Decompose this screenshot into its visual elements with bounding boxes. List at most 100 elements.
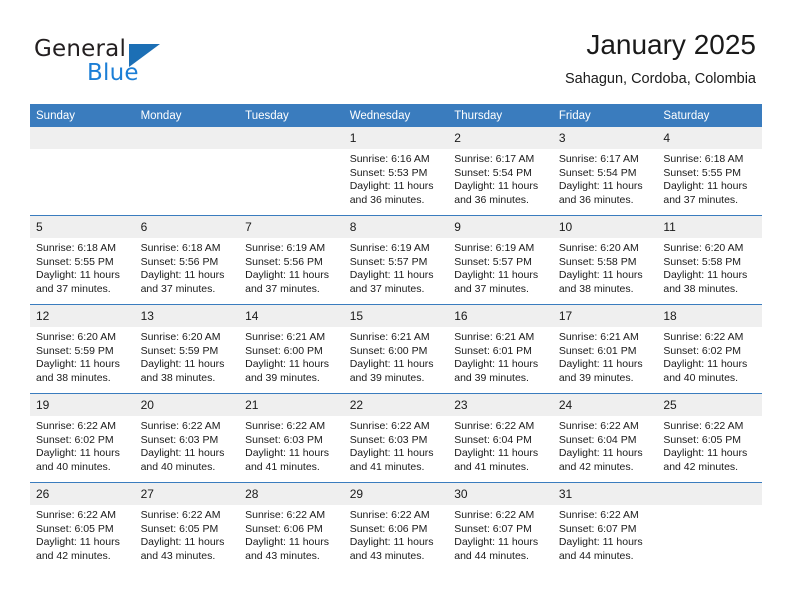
page-title: January 2025 — [586, 29, 756, 60]
calendar-day-cell[interactable]: 23 Sunrise: 6:22 AM Sunset: 6:04 PM Dayligh… — [448, 393, 553, 483]
daylight-text-line1: Daylight: 11 hours — [349, 269, 434, 282]
sunset-text: Sunset: 6:01 PM — [454, 344, 532, 357]
sunrise-text: Sunrise: 6:21 AM — [349, 331, 430, 343]
sunrise-text: Sunrise: 6:22 AM — [454, 420, 535, 432]
sunset-text: Sunset: 6:02 PM — [663, 344, 742, 357]
sunset-text: Sunset: 5:57 PM — [349, 255, 428, 268]
brand-logo[interactable]: General Blue — [34, 36, 224, 86]
calendar-day-cell[interactable]: 25 Sunrise: 6:22 AM Sunset: 6:05 PM Dayligh… — [657, 393, 762, 483]
day-number — [134, 127, 240, 149]
calendar-week-row: 19 Sunrise: 6:22 AM Sunset: 6:02 PM Dayligh… — [30, 393, 762, 483]
calendar-day-cell-empty — [239, 127, 344, 216]
day-number: 17 — [552, 305, 658, 327]
sunrise-text: Sunrise: 6:18 AM — [140, 242, 221, 254]
weekday-header-thursday: Thursday — [448, 104, 553, 127]
daylight-text-line2: and 40 minutes. — [140, 460, 216, 473]
sunrise-text: Sunrise: 6:22 AM — [140, 420, 221, 432]
sunrise-text: Sunrise: 6:19 AM — [245, 242, 326, 254]
brand-name-blue: Blue — [87, 60, 139, 86]
calendar-day-cell[interactable]: 10 Sunrise: 6:20 AM Sunset: 5:58 PM Dayligh… — [552, 215, 658, 305]
daylight-text-line2: and 38 minutes. — [140, 371, 216, 384]
daylight-text-line1: Daylight: 11 hours — [36, 358, 120, 371]
day-details: Sunrise: 6:19 AM Sunset: 5:57 PM Daylight:… — [344, 238, 449, 296]
calendar-day-cell[interactable]: 14 Sunrise: 6:21 AM Sunset: 6:00 PM Dayligh… — [239, 304, 344, 394]
calendar-day-cell[interactable]: 1 Sunrise: 6:16 AM Sunset: 5:53 PM Daylight… — [343, 127, 449, 216]
day-number: 3 — [552, 127, 658, 149]
day-number: 29 — [343, 483, 449, 505]
calendar-day-cell[interactable]: 18 Sunrise: 6:22 AM Sunset: 6:02 PM Dayligh… — [657, 304, 762, 394]
calendar-day-cell[interactable]: 31 Sunrise: 6:22 AM Sunset: 6:07 PM Dayligh… — [552, 482, 658, 571]
day-details: Sunrise: 6:20 AM Sunset: 5:59 PM Daylight:… — [135, 327, 240, 385]
sunrise-text: Sunrise: 6:20 AM — [140, 331, 221, 343]
calendar-day-cell[interactable]: 24 Sunrise: 6:22 AM Sunset: 6:04 PM Dayligh… — [552, 393, 658, 483]
calendar-day-cell[interactable]: 20 Sunrise: 6:22 AM Sunset: 6:03 PM Dayligh… — [134, 393, 240, 483]
daylight-text-line1: Daylight: 11 hours — [558, 447, 643, 460]
calendar-day-cell[interactable]: 22 Sunrise: 6:22 AM Sunset: 6:03 PM Dayligh… — [343, 393, 449, 483]
daylight-text-line2: and 39 minutes. — [558, 371, 634, 384]
daylight-text-line2: and 38 minutes. — [558, 282, 634, 295]
calendar-day-cell[interactable]: 26 Sunrise: 6:22 AM Sunset: 6:05 PM Dayligh… — [30, 482, 135, 571]
calendar-day-cell[interactable]: 4 Sunrise: 6:18 AM Sunset: 5:55 PM Daylight… — [657, 127, 762, 216]
sunset-text: Sunset: 5:54 PM — [454, 166, 532, 179]
calendar-day-cell[interactable]: 16 Sunrise: 6:21 AM Sunset: 6:01 PM Dayligh… — [448, 304, 553, 394]
sunset-text: Sunset: 5:55 PM — [663, 166, 742, 179]
calendar-day-cell[interactable]: 11 Sunrise: 6:20 AM Sunset: 5:58 PM Dayligh… — [657, 215, 762, 305]
daylight-text-line2: and 38 minutes. — [36, 371, 111, 384]
daylight-text-line1: Daylight: 11 hours — [663, 447, 748, 460]
calendar-day-cell[interactable]: 9 Sunrise: 6:19 AM Sunset: 5:57 PM Daylight… — [448, 215, 553, 305]
calendar-day-cell[interactable]: 6 Sunrise: 6:18 AM Sunset: 5:56 PM Daylight… — [134, 215, 240, 305]
calendar-day-cell[interactable]: 30 Sunrise: 6:22 AM Sunset: 6:07 PM Dayligh… — [448, 482, 553, 571]
daylight-text-line1: Daylight: 11 hours — [140, 358, 225, 371]
sunrise-text: Sunrise: 6:18 AM — [663, 153, 744, 165]
day-number: 2 — [448, 127, 553, 149]
daylight-text-line1: Daylight: 11 hours — [663, 269, 748, 282]
calendar-day-cell[interactable]: 28 Sunrise: 6:22 AM Sunset: 6:06 PM Dayligh… — [239, 482, 344, 571]
day-number: 11 — [657, 216, 762, 238]
daylight-text-line2: and 44 minutes. — [558, 549, 634, 562]
daylight-text-line1: Daylight: 11 hours — [349, 536, 434, 549]
day-details: Sunrise: 6:22 AM Sunset: 6:05 PM Daylight:… — [657, 416, 762, 474]
calendar-day-cell[interactable]: 8 Sunrise: 6:19 AM Sunset: 5:57 PM Daylight… — [343, 215, 449, 305]
sunset-text: Sunset: 6:07 PM — [454, 522, 532, 535]
sunset-text: Sunset: 6:04 PM — [454, 433, 532, 446]
calendar-day-cell[interactable]: 19 Sunrise: 6:22 AM Sunset: 6:02 PM Dayligh… — [30, 393, 135, 483]
calendar-day-cell[interactable]: 21 Sunrise: 6:22 AM Sunset: 6:03 PM Dayligh… — [239, 393, 344, 483]
sunset-text: Sunset: 6:03 PM — [140, 433, 219, 446]
day-details: Sunrise: 6:22 AM Sunset: 6:05 PM Daylight:… — [135, 505, 240, 563]
day-number: 30 — [448, 483, 553, 505]
day-number: 24 — [552, 394, 658, 416]
calendar-day-cell[interactable]: 13 Sunrise: 6:20 AM Sunset: 5:59 PM Dayligh… — [134, 304, 240, 394]
calendar-day-cell[interactable]: 17 Sunrise: 6:21 AM Sunset: 6:01 PM Dayligh… — [552, 304, 658, 394]
daylight-text-line1: Daylight: 11 hours — [245, 447, 329, 460]
day-number: 16 — [448, 305, 553, 327]
daylight-text-line1: Daylight: 11 hours — [245, 269, 329, 282]
daylight-text-line2: and 42 minutes. — [663, 460, 739, 473]
calendar-day-cell[interactable]: 2 Sunrise: 6:17 AM Sunset: 5:54 PM Daylight… — [448, 127, 553, 216]
sunset-text: Sunset: 6:07 PM — [558, 522, 637, 535]
calendar-day-cell[interactable]: 7 Sunrise: 6:19 AM Sunset: 5:56 PM Daylight… — [239, 215, 344, 305]
daylight-text-line2: and 38 minutes. — [663, 282, 739, 295]
day-number: 28 — [239, 483, 344, 505]
sunrise-text: Sunrise: 6:19 AM — [454, 242, 535, 254]
calendar-day-cell[interactable]: 27 Sunrise: 6:22 AM Sunset: 6:05 PM Dayligh… — [134, 482, 240, 571]
calendar-day-cell-empty — [657, 482, 762, 571]
daylight-text-line1: Daylight: 11 hours — [36, 536, 120, 549]
sunrise-text: Sunrise: 6:22 AM — [663, 420, 744, 432]
day-details: Sunrise: 6:17 AM Sunset: 5:54 PM Daylight:… — [553, 149, 658, 207]
calendar-day-cell[interactable]: 29 Sunrise: 6:22 AM Sunset: 6:06 PM Dayligh… — [343, 482, 449, 571]
calendar-week-row: 5 Sunrise: 6:18 AM Sunset: 5:55 PM Daylight… — [30, 215, 762, 305]
calendar-week-row: 26 Sunrise: 6:22 AM Sunset: 6:05 PM Dayligh… — [30, 482, 762, 571]
day-number: 8 — [343, 216, 449, 238]
day-number: 4 — [657, 127, 762, 149]
calendar-day-cell[interactable]: 12 Sunrise: 6:20 AM Sunset: 5:59 PM Dayligh… — [30, 304, 135, 394]
daylight-text-line1: Daylight: 11 hours — [245, 536, 329, 549]
calendar-day-cell[interactable]: 5 Sunrise: 6:18 AM Sunset: 5:55 PM Daylight… — [30, 215, 135, 305]
calendar-day-cell[interactable]: 3 Sunrise: 6:17 AM Sunset: 5:54 PM Daylight… — [552, 127, 658, 216]
brand-name-general: General — [34, 36, 127, 62]
daylight-text-line2: and 42 minutes. — [558, 460, 634, 473]
calendar-week-row: 12 Sunrise: 6:20 AM Sunset: 5:59 PM Dayligh… — [30, 304, 762, 394]
day-details: Sunrise: 6:19 AM Sunset: 5:57 PM Daylight:… — [448, 238, 553, 296]
calendar-day-cell[interactable]: 15 Sunrise: 6:21 AM Sunset: 6:00 PM Dayligh… — [343, 304, 449, 394]
sunset-text: Sunset: 6:05 PM — [663, 433, 742, 446]
day-number: 21 — [239, 394, 344, 416]
